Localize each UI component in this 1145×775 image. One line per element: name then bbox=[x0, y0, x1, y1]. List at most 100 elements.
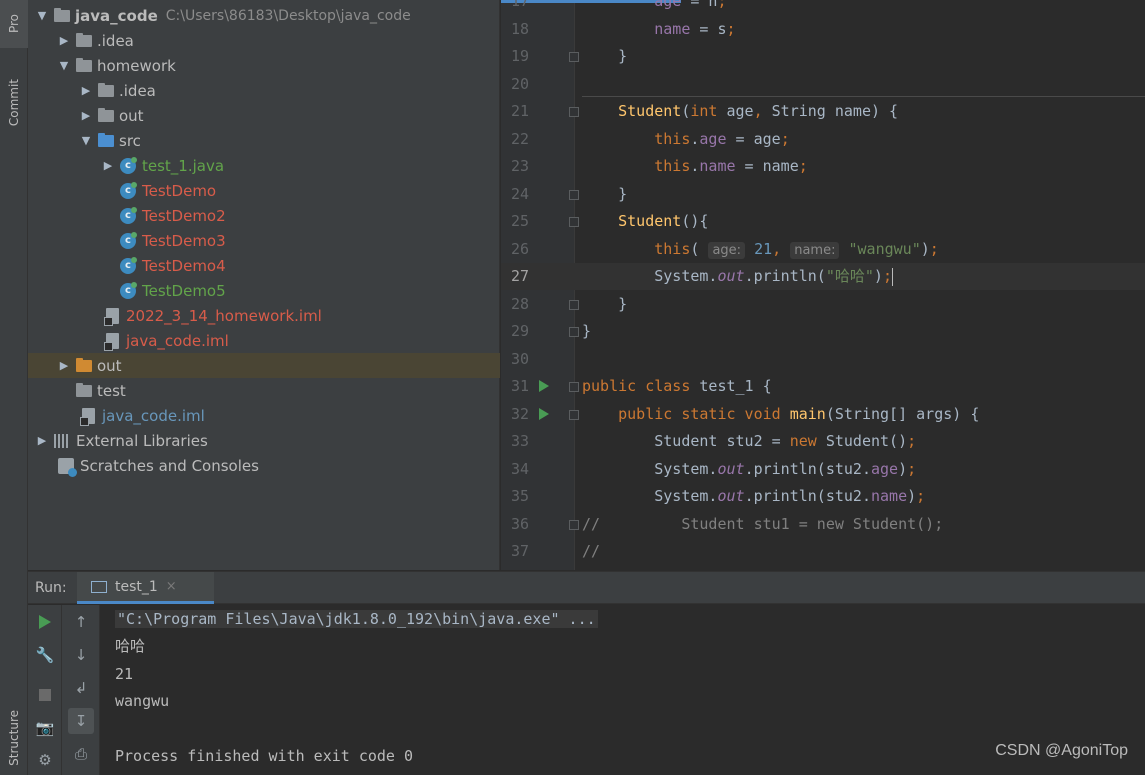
fold-icon[interactable] bbox=[569, 300, 579, 310]
fold-icon[interactable] bbox=[569, 52, 579, 62]
tree-item-label: java_code.iml bbox=[126, 331, 229, 350]
code-line[interactable]: 20 bbox=[501, 71, 1145, 98]
tree-item-testdemo[interactable]: c TestDemo bbox=[28, 178, 500, 203]
code-text: // Student stu1 = new Student(); bbox=[582, 515, 944, 533]
scroll-up-button[interactable]: ↑ bbox=[68, 609, 94, 635]
library-icon bbox=[54, 433, 70, 448]
tree-item-scratches[interactable]: Scratches and Consoles bbox=[28, 453, 500, 478]
code-line[interactable]: 25 Student(){ bbox=[501, 208, 1145, 235]
fold-icon[interactable] bbox=[569, 382, 579, 392]
tree-item-homework-idea[interactable]: ▶ .idea bbox=[28, 78, 500, 103]
code-editor[interactable]: 17 age = n; 18 name = s; 19 } 20 21 Stud… bbox=[501, 0, 1145, 570]
stop-button[interactable] bbox=[32, 682, 58, 708]
soft-wrap-button[interactable]: ↲ bbox=[68, 675, 94, 701]
rerun-button[interactable] bbox=[32, 609, 58, 635]
tree-item-testdemo4[interactable]: c TestDemo4 bbox=[28, 253, 500, 278]
tree-item-src[interactable]: ▼ src bbox=[28, 128, 500, 153]
run-console-output[interactable]: "C:\Program Files\Java\jdk1.8.0_192\bin\… bbox=[101, 605, 1145, 775]
chevron-right-icon[interactable]: ▶ bbox=[56, 34, 72, 47]
tree-item-idea[interactable]: ▶ .idea bbox=[28, 28, 500, 53]
java-class-icon: c bbox=[120, 231, 137, 249]
code-line[interactable]: 19 } bbox=[501, 43, 1145, 70]
run-tab-test1[interactable]: test_1 × bbox=[77, 572, 214, 604]
tree-item-test1-java[interactable]: ▶ c test_1.java bbox=[28, 153, 500, 178]
folder-icon bbox=[76, 32, 92, 47]
code-line-current[interactable]: 27 System.out.println("哈哈"); bbox=[501, 263, 1145, 290]
scroll-down-button[interactable]: ↓ bbox=[68, 642, 94, 668]
line-number: 27 bbox=[510, 267, 529, 285]
tree-item-external-libraries[interactable]: ▶ External Libraries bbox=[28, 428, 500, 453]
chevron-right-icon[interactable]: ▶ bbox=[34, 434, 50, 447]
code-line[interactable]: 33 Student stu2 = new Student(); bbox=[501, 428, 1145, 455]
tree-item-testdemo3[interactable]: c TestDemo3 bbox=[28, 228, 500, 253]
code-line[interactable]: 37 // bbox=[501, 538, 1145, 565]
code-line[interactable]: 36 // Student stu1 = new Student(); bbox=[501, 511, 1145, 538]
folder-icon bbox=[76, 57, 92, 72]
tree-root[interactable]: ▼ java_code C:\Users\86183\Desktop\java_… bbox=[28, 3, 500, 28]
console-icon bbox=[91, 580, 107, 593]
chevron-right-icon[interactable]: ▶ bbox=[78, 109, 94, 122]
fold-icon[interactable] bbox=[569, 327, 579, 337]
code-line[interactable]: 29 } bbox=[501, 318, 1145, 345]
code-line[interactable]: 31 public class test_1 { bbox=[501, 373, 1145, 400]
tree-item-java-code-iml[interactable]: java_code.iml bbox=[28, 403, 500, 428]
code-line[interactable]: 17 age = n; bbox=[501, 0, 1145, 15]
console-line: 哈哈 bbox=[115, 637, 146, 655]
chevron-down-icon[interactable]: ▼ bbox=[78, 134, 94, 147]
tree-item-homework[interactable]: ▼ homework bbox=[28, 53, 500, 78]
code-text: } bbox=[582, 47, 628, 65]
print-button[interactable]: ⎙ bbox=[68, 741, 94, 767]
tree-item-homework-iml[interactable]: 2022_3_14_homework.iml bbox=[28, 303, 500, 328]
settings-button[interactable]: ⚙ bbox=[32, 747, 58, 773]
fold-icon[interactable] bbox=[569, 107, 579, 117]
java-class-icon: c bbox=[120, 256, 137, 274]
code-line[interactable]: 24 } bbox=[501, 181, 1145, 208]
tree-item-java-code-iml-inner[interactable]: java_code.iml bbox=[28, 328, 500, 353]
param-hint-name: name: bbox=[790, 242, 840, 259]
tree-item-homework-out[interactable]: ▶ out bbox=[28, 103, 500, 128]
tree-item-testdemo2[interactable]: c TestDemo2 bbox=[28, 203, 500, 228]
chevron-down-icon[interactable]: ▼ bbox=[56, 59, 72, 72]
code-line[interactable]: 28 } bbox=[501, 291, 1145, 318]
code-line[interactable]: 18 name = s; bbox=[501, 16, 1145, 43]
chevron-right-icon[interactable]: ▶ bbox=[78, 84, 94, 97]
tree-item-out[interactable]: ▶ out bbox=[28, 353, 500, 378]
screenshot-button[interactable]: 📷 bbox=[32, 715, 58, 741]
chevron-right-icon[interactable]: ▶ bbox=[56, 359, 72, 372]
console-command: "C:\Program Files\Java\jdk1.8.0_192\bin\… bbox=[115, 610, 598, 628]
structure-tool-tab[interactable]: Structure bbox=[0, 700, 28, 775]
tree-item-label: java_code.iml bbox=[102, 406, 205, 425]
chevron-right-icon[interactable]: ▶ bbox=[100, 159, 116, 172]
tree-item-testdemo5[interactable]: c TestDemo5 bbox=[28, 278, 500, 303]
folder-icon bbox=[98, 82, 114, 97]
code-line[interactable]: 34 System.out.println(stu2.age); bbox=[501, 456, 1145, 483]
code-line[interactable]: 23 this.name = name; bbox=[501, 153, 1145, 180]
line-number: 19 bbox=[510, 47, 529, 65]
run-main-icon[interactable] bbox=[539, 408, 549, 420]
tree-item-label: .idea bbox=[119, 81, 156, 100]
iml-file-icon bbox=[104, 307, 119, 326]
scroll-to-end-button[interactable]: ↧ bbox=[68, 708, 94, 734]
code-line[interactable]: 21 Student(int age, String name) { bbox=[501, 98, 1145, 125]
settings-wrench-button[interactable]: 🔧 bbox=[32, 642, 58, 668]
code-line[interactable]: 26 this( age: 21, name: "wangwu"); bbox=[501, 236, 1145, 263]
code-line[interactable]: 32 public static void main(String[] args… bbox=[501, 401, 1145, 428]
fold-icon[interactable] bbox=[569, 190, 579, 200]
code-line[interactable]: 30 bbox=[501, 346, 1145, 373]
commit-tool-tab[interactable]: Commit bbox=[0, 62, 28, 144]
structure-tool-tab-label: Structure bbox=[7, 709, 21, 766]
fold-icon[interactable] bbox=[569, 520, 579, 530]
run-class-icon[interactable] bbox=[539, 380, 549, 392]
chevron-down-icon[interactable]: ▼ bbox=[34, 9, 50, 22]
project-tool-tab[interactable]: Pro bbox=[0, 0, 28, 48]
code-line[interactable]: 35 System.out.println(stu2.name); bbox=[501, 483, 1145, 510]
fold-icon[interactable] bbox=[569, 217, 579, 227]
code-line[interactable]: 22 this.age = age; bbox=[501, 126, 1145, 153]
fold-icon[interactable] bbox=[569, 410, 579, 420]
run-label: Run: bbox=[35, 580, 67, 596]
tree-item-label: 2022_3_14_homework.iml bbox=[126, 306, 322, 325]
run-toolbar-secondary: ↑ ↓ ↲ ↧ ⎙ bbox=[62, 605, 100, 775]
close-icon[interactable]: × bbox=[166, 579, 177, 594]
arrow-down-icon: ↓ bbox=[74, 646, 88, 664]
tree-item-test[interactable]: test bbox=[28, 378, 500, 403]
